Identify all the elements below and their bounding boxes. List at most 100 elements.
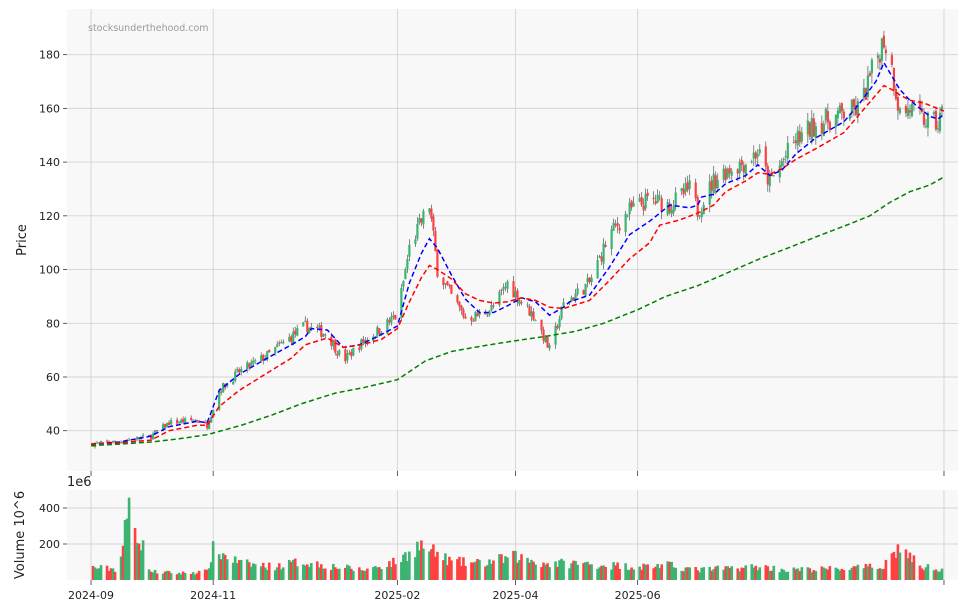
candle-body [392,315,395,317]
volume-bar [758,567,762,580]
candle-body [322,333,325,337]
volume-tick-label: 400 [39,502,60,515]
candle-body [336,353,339,356]
candle-body [448,285,451,287]
volume-bar [464,565,467,580]
volume-bar [590,564,593,580]
candle-body [890,55,894,65]
candle-body [316,327,319,329]
price-tick-label: 120 [39,210,60,223]
candle-body [562,302,565,306]
volume-bar [394,564,397,580]
candle-body [428,208,431,213]
candle-body [730,171,733,176]
candle-body [388,320,391,323]
candle-body [758,149,761,153]
x-tick-label: 2025-06 [615,589,661,602]
candle-body [738,162,741,174]
candle-body [206,421,209,429]
candle-body [512,281,515,298]
x-tick-label: 2025-02 [374,589,420,602]
volume-bar [436,551,439,580]
candle-body [402,281,405,287]
candle-body [334,339,337,353]
candle-body [238,369,241,373]
candle-body [856,101,859,116]
candle-body [390,316,393,323]
candle-body [590,277,593,283]
candle-body [458,301,461,307]
candle-body [700,211,703,218]
candle-body [924,125,928,128]
volume-bar [211,541,215,580]
price-axis-title: Price [15,224,30,256]
candle-body [324,334,327,336]
candle-body [772,175,775,177]
candle-body [632,203,635,207]
candle-body [486,315,489,317]
candle-body [584,283,587,296]
price-tick-label: 160 [39,102,60,115]
candle-body [796,130,799,146]
candle-body [308,327,311,334]
volume-bar [744,565,748,580]
candle-body [378,328,381,335]
candle-body [532,311,535,320]
candle-body [280,342,283,344]
candle-body [530,311,533,317]
price-tick-label: 180 [39,49,60,62]
candle-body [320,324,323,337]
candle-body [868,73,872,76]
candle-body [644,194,647,209]
candle-body [782,158,785,160]
volume-bar [940,568,944,580]
candle-body [318,325,321,328]
candle-body [616,222,619,227]
candle-body [294,330,297,335]
candle-body [904,106,908,114]
candle-body [780,160,783,167]
candle-body [248,363,251,368]
volume-bar [926,564,930,580]
volume-tick-label: 200 [39,538,60,551]
candle-body [432,216,435,231]
candle-body [502,286,505,290]
candle-body [610,229,613,250]
candle-body [514,291,517,298]
candle-body [348,352,351,354]
candle-body [436,249,439,277]
candle-body [394,315,397,320]
candle-body [896,97,900,111]
candle-body [786,142,789,159]
candle-body [520,302,523,304]
candle-body [422,211,425,225]
candle-body [906,108,910,117]
candle-body [168,422,171,426]
volume-bar [380,569,383,580]
candle-body [418,218,421,224]
candle-body [506,281,509,289]
candle-body [105,440,109,442]
candle-body [350,351,353,357]
candle-body [660,198,663,212]
candle-body [310,326,313,328]
candle-body [278,342,281,344]
candle-body [742,165,745,173]
candle-body [586,277,589,283]
candle-body [754,152,757,159]
volume-bar [646,564,649,580]
candle-body [604,244,607,247]
candle-body [740,159,743,166]
candle-body [528,306,531,316]
volume-bar [856,564,860,580]
candle-body [652,197,655,200]
candle-body [698,215,701,217]
volume-bar [898,552,902,580]
candle-body [824,108,827,121]
volume-bar [604,566,607,580]
candle-body [546,337,549,348]
volume-bar [492,560,495,580]
candle-body [684,183,687,192]
candle-body [574,293,577,300]
candle-body [358,347,361,350]
